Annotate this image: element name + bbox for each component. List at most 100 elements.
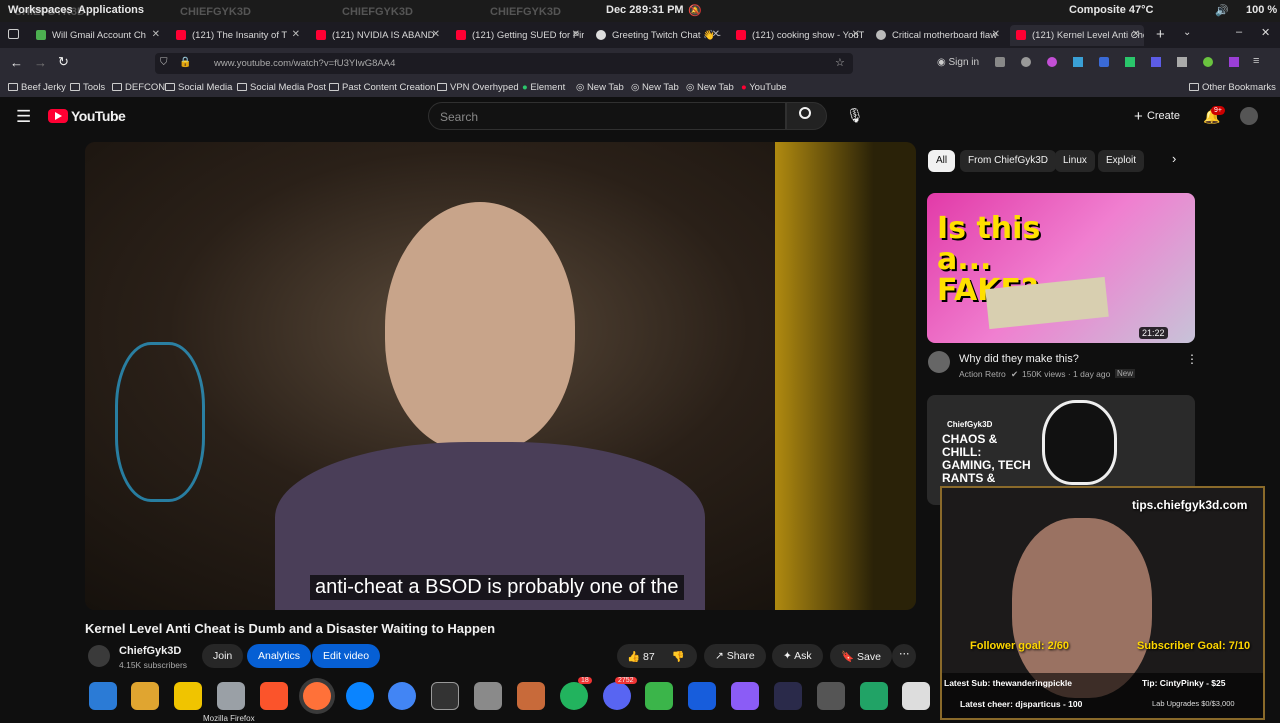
search-button[interactable] xyxy=(786,102,827,130)
recommended-title[interactable]: Why did they make this? xyxy=(959,353,1079,365)
chip-all[interactable]: All xyxy=(928,150,956,172)
obsidian-icon[interactable] xyxy=(731,682,759,710)
brave-browser-icon[interactable] xyxy=(260,682,288,710)
bookmark-folder[interactable]: VPN Overhyped xyxy=(437,82,519,93)
close-icon[interactable]: ✕ xyxy=(852,29,860,40)
signin-button[interactable]: ◉ Sign in xyxy=(937,57,979,68)
forward-arrow-icon[interactable]: → xyxy=(34,55,47,70)
firefox-icon[interactable] xyxy=(303,682,331,710)
tab-gmail[interactable]: Will Gmail Account Ch ✕ xyxy=(30,25,164,46)
url-text[interactable]: www.youtube.com/watch?v=fU3YIwG8AA4 xyxy=(214,58,395,69)
folder-app-icon[interactable] xyxy=(217,682,245,710)
microphone-icon[interactable]: 🎙 xyxy=(846,107,864,124)
tab-sued[interactable]: (121) Getting SUED for Pir ✕ xyxy=(450,25,584,46)
back-arrow-icon[interactable]: ← xyxy=(10,55,23,70)
tab-overview-icon[interactable] xyxy=(8,29,19,39)
audio-app-icon[interactable] xyxy=(774,682,802,710)
close-icon[interactable]: ✕ xyxy=(992,29,1000,40)
close-icon[interactable]: ✕ xyxy=(1132,29,1140,40)
text-editor-icon[interactable] xyxy=(902,682,930,710)
extension-icon[interactable] xyxy=(1073,57,1083,67)
tab-kernel-active[interactable]: (121) Kernel Level Anti Che ✕ xyxy=(1010,25,1144,46)
recommended-channel[interactable]: Action Retro xyxy=(959,369,1006,379)
sync-app-icon[interactable] xyxy=(560,682,588,710)
bitwarden-icon[interactable] xyxy=(688,682,716,710)
search-input[interactable]: Search xyxy=(428,102,786,130)
close-icon[interactable]: ✕ xyxy=(712,29,720,40)
spreadsheet-app-icon[interactable] xyxy=(860,682,888,710)
recommended-thumbnail[interactable]: Is this a... FAKE? 21:22 xyxy=(927,193,1195,343)
avatar[interactable] xyxy=(1240,107,1258,125)
close-icon[interactable]: ✕ xyxy=(432,29,440,40)
bookmark-folder[interactable]: Past Content Creation xyxy=(329,82,435,93)
analytics-button[interactable]: Analytics xyxy=(247,644,312,668)
monitor-app-icon[interactable] xyxy=(817,682,845,710)
extension-icon[interactable] xyxy=(1229,57,1239,67)
bookmark-folder[interactable]: Beef Jerky xyxy=(8,82,66,93)
extension-icon[interactable] xyxy=(1099,57,1109,67)
password-app-icon[interactable] xyxy=(645,682,673,710)
extension-icon[interactable] xyxy=(1047,57,1057,67)
new-tab-button[interactable]: + xyxy=(1156,26,1165,43)
tab-twitch[interactable]: Greeting Twitch Chat 👋 - ✕ xyxy=(590,25,724,46)
tab-nvidia[interactable]: (121) NVIDIA IS ABAND ✕ xyxy=(310,25,444,46)
bookmark-link[interactable]: ● YouTube xyxy=(741,82,787,93)
channel-avatar[interactable] xyxy=(928,351,950,373)
like-icon[interactable]: 👍 xyxy=(627,651,643,663)
chip-exploit[interactable]: Exploit xyxy=(1098,150,1145,172)
create-button[interactable]: + Create xyxy=(1134,108,1180,125)
temperature[interactable]: Composite 47°C xyxy=(1069,4,1153,16)
tab-motherboard[interactable]: Critical motherboard flaw ✕ xyxy=(870,25,1004,46)
dislike-icon[interactable]: 👎 xyxy=(672,651,685,663)
channel-avatar[interactable] xyxy=(88,645,110,667)
more-vert-icon[interactable]: ⋮ xyxy=(1186,352,1198,366)
clock-date[interactable]: Dec 28 xyxy=(606,4,641,16)
lock-icon[interactable]: 🔒 xyxy=(179,57,191,68)
menu-icon[interactable]: ≡ xyxy=(1253,55,1259,67)
extension-icon[interactable] xyxy=(1125,57,1135,67)
chip-linux[interactable]: Linux xyxy=(1055,150,1095,172)
minimize-button[interactable]: – xyxy=(1236,26,1242,38)
reload-icon[interactable]: ↻ xyxy=(58,54,69,70)
bookmark-link[interactable]: ◎ New Tab xyxy=(631,82,679,93)
applications-menu[interactable]: Applications xyxy=(78,4,144,16)
chevron-down-icon[interactable]: ⌄ xyxy=(1183,27,1191,38)
share-button[interactable]: ↗ Share xyxy=(704,644,766,668)
close-window-button[interactable]: ✕ xyxy=(1261,26,1270,39)
thunderbird-icon[interactable] xyxy=(346,682,374,710)
hamburger-menu-icon[interactable]: ☰ xyxy=(16,107,31,127)
bookmark-link[interactable]: ◎ New Tab xyxy=(686,82,734,93)
bookmark-folder[interactable]: Social Media xyxy=(165,82,232,93)
tab-cooking[interactable]: (121) cooking show - YouT ✕ xyxy=(730,25,864,46)
bell-muted-icon[interactable]: 🔕 xyxy=(688,4,702,17)
extension-icon[interactable] xyxy=(995,57,1005,67)
bookmark-link[interactable]: ◎ New Tab xyxy=(576,82,624,93)
video-player[interactable] xyxy=(85,142,916,610)
edit-video-button[interactable]: Edit video xyxy=(312,644,381,668)
search-app-icon[interactable] xyxy=(89,682,117,710)
ask-button[interactable]: ✦ Ask xyxy=(772,644,823,668)
chip-from-channel[interactable]: From ChiefGyk3D xyxy=(960,150,1057,172)
close-icon[interactable]: ✕ xyxy=(292,29,300,40)
extension-icon[interactable] xyxy=(1021,57,1031,67)
workspaces-menu[interactable]: Workspaces xyxy=(8,4,73,16)
extension-icon[interactable] xyxy=(1151,57,1161,67)
channel-name[interactable]: ChiefGyk3D xyxy=(119,645,181,657)
extension-icon[interactable] xyxy=(1177,57,1187,67)
join-button[interactable]: Join xyxy=(202,644,244,668)
bookmark-folder[interactable]: Social Media Post xyxy=(237,82,326,93)
bookmark-star-icon[interactable]: ☆ xyxy=(835,56,845,69)
volume-icon[interactable]: 🔊 xyxy=(1215,4,1229,17)
save-button[interactable]: 🔖 Save xyxy=(830,644,892,668)
bookmark-link[interactable]: ● Element xyxy=(522,82,565,93)
archive-app-icon[interactable] xyxy=(517,682,545,710)
close-icon[interactable]: ✕ xyxy=(152,29,160,40)
bookmark-folder[interactable]: DEFCON xyxy=(112,82,165,93)
settings-gear-icon[interactable] xyxy=(474,682,502,710)
battery[interactable]: 100 % xyxy=(1246,4,1277,16)
files-app-icon[interactable] xyxy=(131,682,159,710)
close-icon[interactable]: ✕ xyxy=(572,29,580,40)
app-grid-icon[interactable] xyxy=(174,682,202,710)
extension-icon[interactable] xyxy=(1203,57,1213,67)
terminal-icon[interactable] xyxy=(431,682,459,710)
